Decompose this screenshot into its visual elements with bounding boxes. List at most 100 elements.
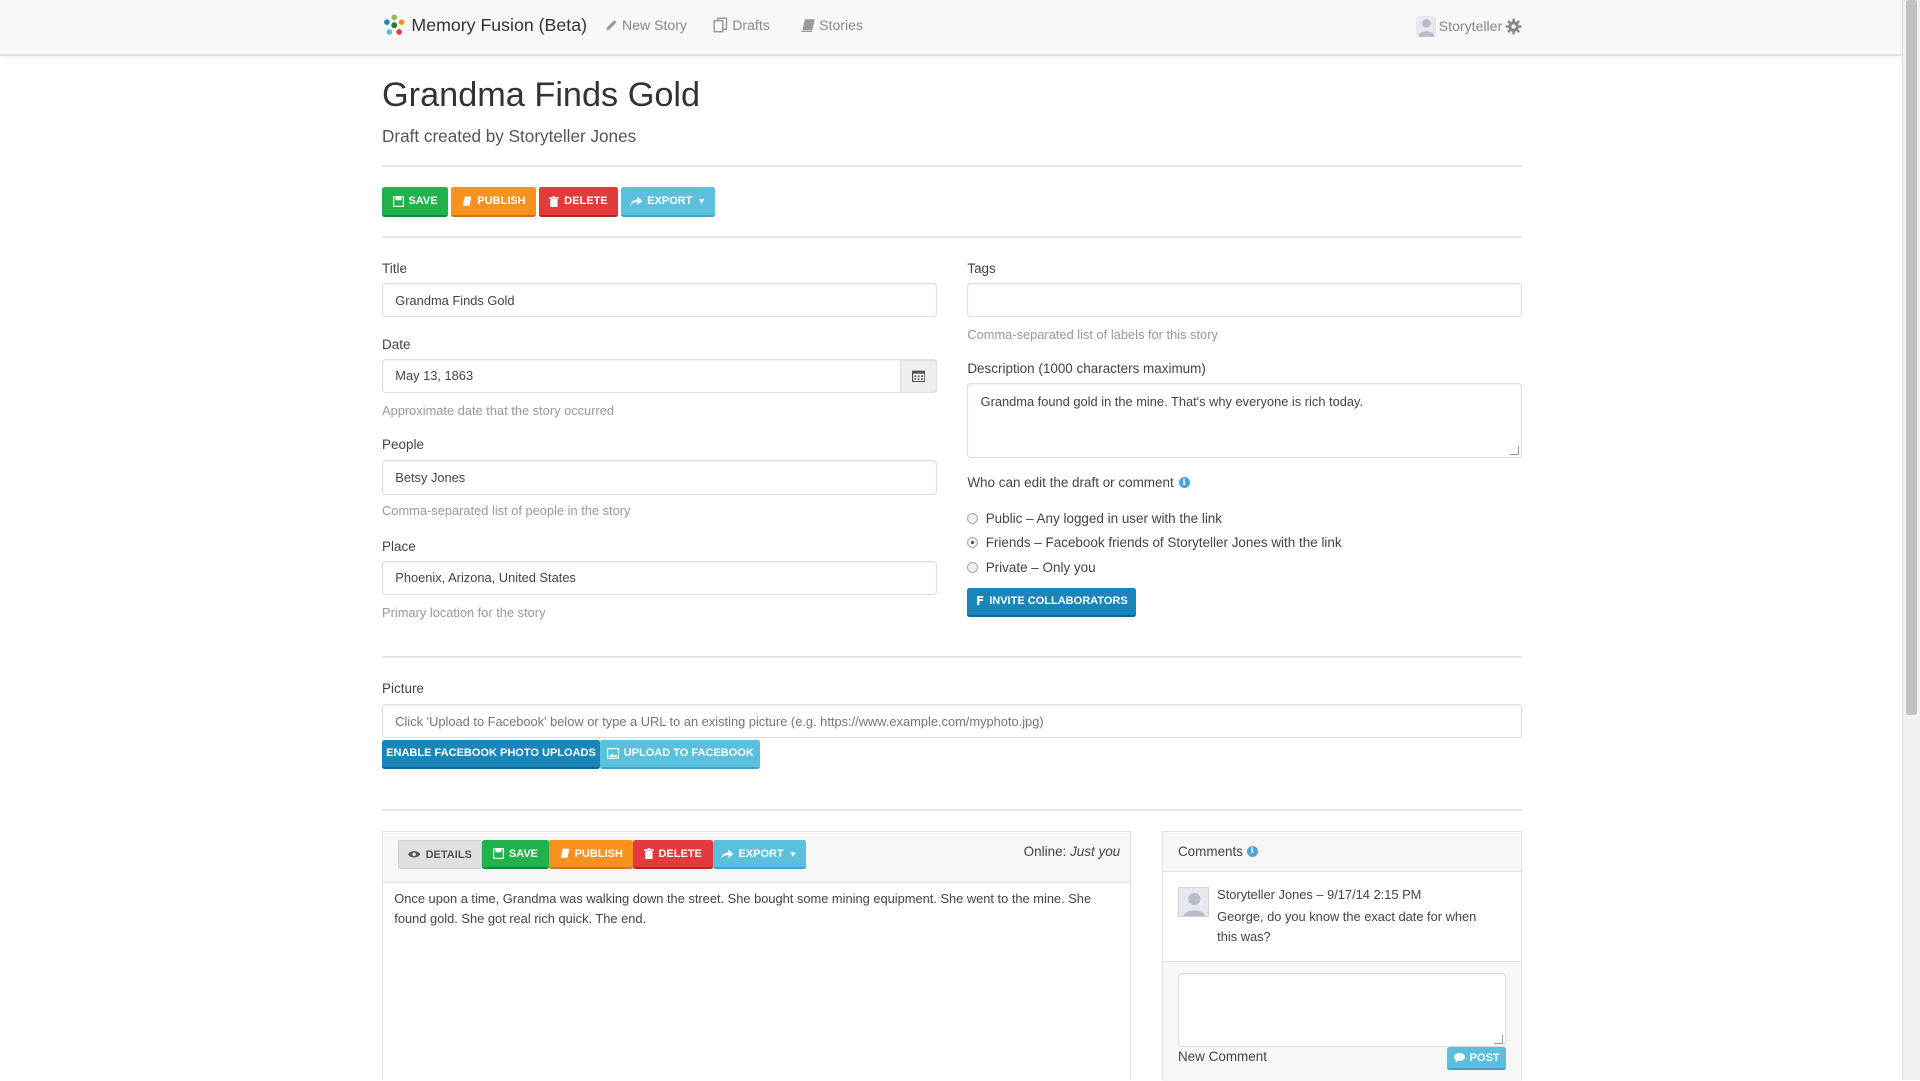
save-button[interactable]: SAVE (382, 187, 449, 217)
nav-drafts[interactable]: Drafts (713, 17, 770, 33)
copy-icon (713, 17, 727, 33)
calendar-icon (911, 370, 926, 383)
story-editor[interactable]: Once upon a time, Grandma was walking do… (394, 889, 1116, 928)
place-input-value: Phoenix, Arizona, United States (395, 570, 576, 586)
brand-link[interactable]: Memory Fusion (Beta) (382, 13, 587, 37)
comments-title-text: Comments (1177, 843, 1244, 859)
export-button[interactable]: EXPORT ▼ (620, 187, 716, 217)
post-comment-button[interactable]: POST (1447, 1046, 1507, 1071)
info-icon[interactable]: i (1178, 477, 1190, 489)
editor-save-button[interactable]: SAVE (482, 840, 549, 870)
online-label: Online: (1023, 843, 1067, 859)
logo-icon (384, 14, 405, 36)
date-input-value: May 13, 1863 (395, 368, 474, 384)
avatar-icon (1183, 892, 1206, 917)
picture-label: Picture (382, 680, 424, 696)
tags-label: Tags (967, 260, 996, 276)
user-name: Storyteller (1438, 18, 1503, 35)
resize-handle[interactable] (1510, 446, 1519, 455)
book-icon (463, 196, 472, 206)
people-help: Comma-separated list of people in the st… (382, 503, 631, 519)
nav-stories[interactable]: Stories (800, 17, 863, 33)
permissions-label: Who can edit the draft or comment i (967, 475, 1190, 490)
picture-url-input[interactable] (382, 704, 1523, 739)
online-status: Online: Just you (1024, 844, 1121, 859)
permission-public-option[interactable]: Public – Any logged in user with the lin… (967, 511, 1222, 526)
tags-help: Comma-separated list of labels for this … (967, 326, 1218, 342)
divider (382, 165, 1523, 167)
book-icon (560, 848, 570, 858)
upload-to-facebook-button[interactable]: UPLOAD TO FACEBOOK (600, 739, 761, 769)
share-icon (721, 849, 734, 859)
permission-private-option[interactable]: Private – Only you (967, 559, 1096, 575)
description-label: Description (1000 characters maximum) (967, 361, 1206, 377)
floppy-icon (392, 195, 404, 207)
permission-friends-option[interactable]: Friends – Facebook friends of Storytelle… (967, 535, 1342, 551)
editor-save-label: SAVE (508, 847, 539, 860)
comment-text: George, do you know the exact date for w… (1217, 909, 1477, 944)
permission-private-label: Private – Only you (985, 559, 1096, 575)
date-label: Date (382, 336, 411, 352)
permission-private-radio[interactable] (967, 561, 979, 573)
permission-friends-label: Friends – Facebook friends of Storytelle… (985, 535, 1342, 551)
new-comment-textarea[interactable] (1177, 973, 1507, 1047)
nav-new-story[interactable]: New Story (604, 17, 687, 33)
delete-button[interactable]: DELETE (538, 187, 619, 217)
editor-delete-button[interactable]: DELETE (633, 840, 713, 870)
divider (382, 236, 1523, 238)
caret-down-icon: ▼ (697, 196, 706, 207)
share-icon (630, 196, 643, 206)
floppy-icon (492, 848, 504, 860)
page-scrollbar[interactable] (1901, 0, 1920, 1080)
publish-button[interactable]: PUBLISH (450, 187, 537, 217)
date-input[interactable]: May 13, 1863 (382, 358, 902, 394)
trash-icon (549, 195, 560, 207)
enable-facebook-uploads-button[interactable]: ENABLE FACEBOOK PHOTO UPLOADS (382, 739, 600, 769)
invite-collaborators-button[interactable]: f INVITE COLLABORATORS (967, 587, 1137, 618)
gear-icon[interactable] (1505, 18, 1522, 35)
title-input-value: Grandma Finds Gold (395, 292, 515, 308)
description-textarea[interactable]: Grandma found gold in the mine. That's w… (967, 383, 1523, 458)
people-input[interactable]: Betsy Jones (382, 460, 937, 495)
date-help: Approximate date that the story occurred (382, 402, 615, 418)
calendar-button[interactable] (900, 358, 937, 394)
invite-collaborators-label: INVITE COLLABORATORS (989, 595, 1128, 608)
scrollbar-thumb[interactable] (1906, 0, 1918, 716)
description-value: Grandma found gold in the mine. That's w… (980, 394, 1364, 410)
info-icon[interactable]: i (1246, 845, 1258, 857)
divider (382, 656, 1523, 658)
resize-handle[interactable] (1494, 1035, 1503, 1044)
permission-public-label: Public – Any logged in user with the lin… (985, 510, 1223, 526)
trash-icon (643, 848, 654, 860)
permission-friends-radio[interactable] (967, 537, 979, 549)
user-menu[interactable]: Storyteller (1415, 15, 1522, 37)
tags-input[interactable] (967, 282, 1523, 318)
title-input[interactable]: Grandma Finds Gold (382, 282, 937, 318)
publish-button-label: PUBLISH (477, 195, 526, 208)
enable-facebook-uploads-label: ENABLE FACEBOOK PHOTO UPLOADS (386, 747, 596, 760)
details-button[interactable]: DETAILS (397, 840, 483, 870)
people-input-value: Betsy Jones (395, 470, 466, 486)
delete-button-label: DELETE (564, 195, 608, 208)
permission-public-radio[interactable] (967, 512, 979, 524)
editor-export-label: EXPORT (738, 847, 784, 860)
place-help: Primary location for the story (382, 604, 546, 620)
eye-icon (408, 851, 421, 858)
book-icon (800, 19, 815, 32)
facebook-icon: f (975, 594, 985, 609)
title-label: Title (382, 260, 407, 276)
editor-export-button[interactable]: EXPORT ▼ (712, 840, 806, 870)
divider (382, 809, 1523, 811)
export-button-label: EXPORT (647, 195, 693, 208)
people-label: People (382, 437, 424, 453)
details-button-label: DETAILS (425, 848, 472, 861)
save-button-label: SAVE (408, 195, 438, 208)
caret-down-icon: ▼ (788, 848, 798, 859)
comment-avatar (1177, 886, 1209, 918)
upload-to-facebook-label: UPLOAD TO FACEBOOK (623, 747, 754, 760)
editor-publish-button[interactable]: PUBLISH (548, 840, 634, 870)
place-input[interactable]: Phoenix, Arizona, United States (382, 560, 937, 596)
online-value: Just you (1070, 843, 1121, 859)
nav-stories-label: Stories (819, 17, 863, 34)
place-label: Place (382, 538, 416, 554)
